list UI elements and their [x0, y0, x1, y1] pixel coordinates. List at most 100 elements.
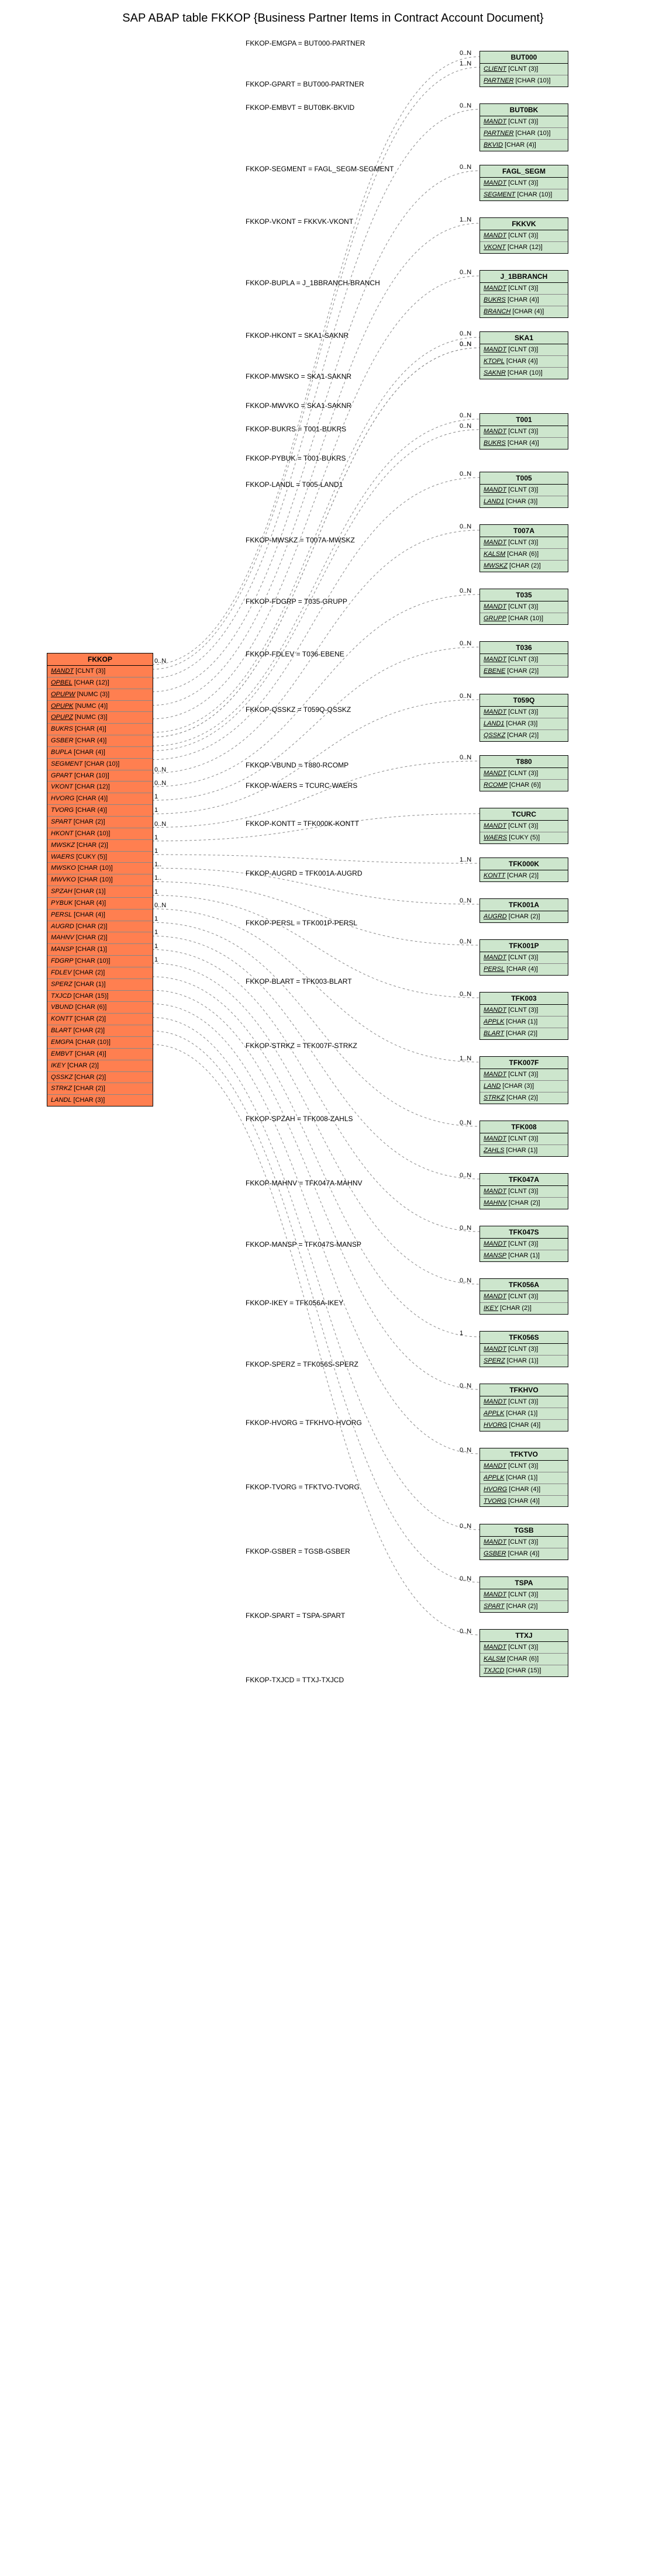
cardinality: 0..N: [460, 330, 471, 337]
table-field: MANDT [CLNT (3)]: [480, 821, 568, 832]
table-title: TFK047A: [480, 1174, 568, 1186]
table-field: IKEY [CHAR (2)]: [47, 1060, 153, 1071]
table-field: KTOPL [CHAR (4)]: [480, 355, 568, 367]
table-t036: T036MANDT [CLNT (3)]EBENE [CHAR (2)]: [479, 641, 568, 677]
cardinality: 0..N: [460, 754, 471, 761]
table-tfk001p: TFK001PMANDT [CLNT (3)]PERSL [CHAR (4)]: [479, 939, 568, 976]
cardinality: 0..N: [154, 902, 166, 909]
table-title: TGSB: [480, 1524, 568, 1537]
table-field: MANDT [CLNT (3)]: [480, 1239, 568, 1250]
table-field: MANDT [CLNT (3)]: [480, 1344, 568, 1355]
cardinality: 1..: [154, 861, 161, 868]
table-title: FAGL_SEGM: [480, 165, 568, 178]
table-title: TFK003: [480, 993, 568, 1005]
table-title: T880: [480, 756, 568, 768]
table-field: MANDT [CLNT (3)]: [480, 1069, 568, 1080]
table-field: MANDT [CLNT (3)]: [480, 230, 568, 241]
table-title: T005: [480, 472, 568, 485]
table-field: FDGRP [CHAR (10)]: [47, 955, 153, 967]
table-field: CLIENT [CLNT (3)]: [480, 64, 568, 75]
table-title: TFK001A: [480, 899, 568, 911]
table-field: GRUPP [CHAR (10)]: [480, 613, 568, 624]
table-field: MANDT [CLNT (3)]: [480, 1133, 568, 1144]
table-j_1bbranch: J_1BBRANCHMANDT [CLNT (3)]BUKRS [CHAR (4…: [479, 270, 568, 318]
edge-label: FKKOP-BUKRS = T001-BUKRS: [246, 425, 346, 433]
cardinality: 0..N: [460, 341, 471, 348]
table-field: AUGRD [CHAR (2)]: [480, 911, 568, 922]
table-field: BLART [CHAR (2)]: [480, 1028, 568, 1039]
cardinality: 0..N: [460, 587, 471, 594]
table-field: SPART [CHAR (2)]: [47, 816, 153, 828]
table-field: EMBVT [CHAR (4)]: [47, 1048, 153, 1060]
table-field: MANDT [CLNT (3)]: [480, 426, 568, 437]
table-field: STRKZ [CHAR (2)]: [47, 1083, 153, 1094]
table-field: MANSP [CHAR (1)]: [47, 943, 153, 955]
edge-label: FKKOP-BLART = TFK003-BLART: [246, 977, 352, 986]
edge-label: FKKOP-PYBUK = T001-BUKRS: [246, 454, 346, 462]
table-title: T059Q: [480, 694, 568, 707]
edge-label: FKKOP-TVORG = TFKTVO-TVORG: [246, 1483, 360, 1491]
edge-label: FKKOP-MWSKZ = T007A-MWSKZ: [246, 536, 355, 544]
table-field: MANDT [CLNT (3)]: [480, 178, 568, 189]
table-field: TXJCD [CHAR (15)]: [480, 1665, 568, 1676]
cardinality: 0..N: [460, 1119, 471, 1126]
table-field: MWVKO [CHAR (10)]: [47, 874, 153, 886]
cardinality: 1: [460, 1330, 463, 1337]
cardinality: 0..N: [460, 938, 471, 945]
table-tfk047a: TFK047AMANDT [CLNT (3)]MAHNV [CHAR (2)]: [479, 1173, 568, 1209]
cardinality: 1: [154, 888, 158, 895]
table-tgsb: TGSBMANDT [CLNT (3)]GSBER [CHAR (4)]: [479, 1524, 568, 1560]
edge-label: FKKOP-LANDL = T005-LAND1: [246, 480, 343, 489]
cardinality: 1: [154, 793, 158, 800]
table-ttxj: TTXJMANDT [CLNT (3)]KALSM [CHAR (6)]TXJC…: [479, 1629, 568, 1677]
table-field: GSBER [CHAR (4)]: [47, 735, 153, 746]
edge-label: FKKOP-VBUND = T880-RCOMP: [246, 761, 348, 769]
cardinality: 1..: [154, 874, 161, 881]
edge-label: FKKOP-QSSKZ = T059Q-QSSKZ: [246, 706, 351, 714]
table-fkkop: FKKOPMANDT [CLNT (3)]OPBEL [CHAR (12)]OP…: [47, 653, 153, 1107]
table-title: J_1BBRANCH: [480, 271, 568, 283]
table-field: ZAHLS [CHAR (1)]: [480, 1144, 568, 1156]
cardinality: 0..N: [460, 1628, 471, 1635]
table-field: PARTNER [CHAR (10)]: [480, 75, 568, 87]
edge-label: FKKOP-SPART = TSPA-SPART: [246, 1612, 345, 1620]
cardinality: 1: [154, 807, 158, 814]
table-field: LANDL [CHAR (3)]: [47, 1094, 153, 1106]
table-tspa: TSPAMANDT [CLNT (3)]SPART [CHAR (2)]: [479, 1576, 568, 1613]
edge-label: FKKOP-BUPLA = J_1BBRANCH-BRANCH: [246, 279, 380, 287]
table-field: OPBEL [CHAR (12)]: [47, 677, 153, 689]
table-field: MAHNV [CHAR (2)]: [480, 1197, 568, 1209]
cardinality: 0..N: [460, 991, 471, 998]
table-field: PYBUK [CHAR (4)]: [47, 897, 153, 909]
table-t059q: T059QMANDT [CLNT (3)]LAND1 [CHAR (3)]QSS…: [479, 694, 568, 742]
cardinality: 0..N: [460, 102, 471, 109]
table-field: STRKZ [CHAR (2)]: [480, 1092, 568, 1104]
cardinality: 0..N: [154, 821, 166, 828]
cardinality: 0..N: [460, 897, 471, 904]
table-field: VKONT [CHAR (12)]: [480, 241, 568, 253]
edge-label: FKKOP-AUGRD = TFK001A-AUGRD: [246, 869, 363, 877]
table-title: BUT000: [480, 51, 568, 64]
cardinality: 0..N: [460, 269, 471, 276]
table-field: BUKRS [CHAR (4)]: [480, 294, 568, 306]
table-field: WAERS [CUKY (5)]: [47, 851, 153, 863]
table-field: MANDT [CLNT (3)]: [480, 1291, 568, 1302]
table-field: BLART [CHAR (2)]: [47, 1025, 153, 1036]
edge-label: FKKOP-SEGMENT = FAGL_SEGM-SEGMENT: [246, 165, 394, 173]
table-field: MANDT [CLNT (3)]: [480, 344, 568, 355]
table-title: SKA1: [480, 332, 568, 344]
table-field: BUPLA [CHAR (4)]: [47, 746, 153, 758]
cardinality: 0..N: [460, 471, 471, 478]
table-title: TFKHVO: [480, 1384, 568, 1396]
cardinality: 1: [154, 915, 158, 922]
table-field: MANDT [CLNT (3)]: [480, 283, 568, 294]
table-field: HKONT [CHAR (10)]: [47, 828, 153, 839]
table-title: TFK001P: [480, 940, 568, 952]
table-title: T036: [480, 642, 568, 654]
table-field: OPUPW [NUMC (3)]: [47, 689, 153, 700]
table-field: BUKRS [CHAR (4)]: [480, 437, 568, 449]
table-field: MANDT [CLNT (3)]: [480, 1005, 568, 1016]
cardinality: 0..N: [460, 50, 471, 57]
cardinality: 1..N: [460, 60, 471, 67]
table-field: HVORG [CHAR (4)]: [480, 1419, 568, 1431]
